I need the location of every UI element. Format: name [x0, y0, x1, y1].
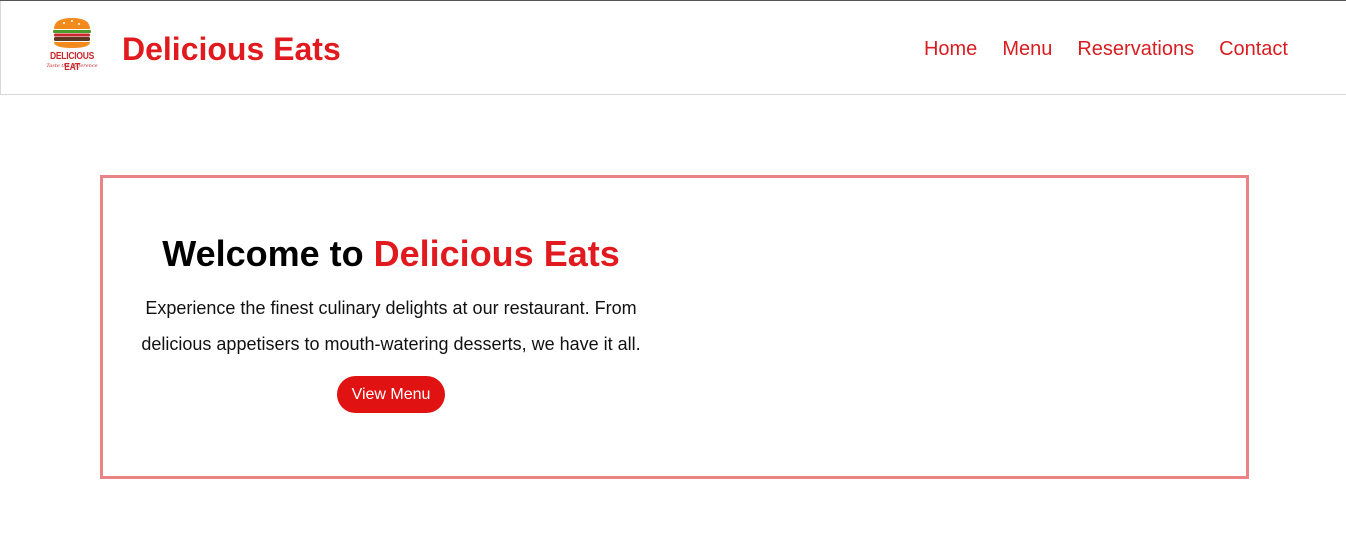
logo-tagline: Taste the Difference	[46, 63, 98, 69]
hero-description: Experience the finest culinary delights …	[141, 298, 641, 354]
nav-home[interactable]: Home	[924, 37, 977, 61]
burger-icon	[53, 18, 91, 48]
nav-menu[interactable]: Menu	[1002, 37, 1052, 61]
hero-content: Welcome to Delicious Eats Experience the…	[139, 232, 643, 413]
hero-title: Welcome to Delicious Eats	[139, 232, 643, 276]
logo-text: DELICIOUS EAT	[50, 51, 94, 73]
site-header: DELICIOUS EAT Taste the Difference Delic…	[0, 1, 1346, 95]
logo[interactable]: DELICIOUS EAT Taste the Difference	[39, 15, 105, 75]
hero-title-prefix: Welcome to	[162, 233, 374, 274]
nav-contact[interactable]: Contact	[1219, 37, 1288, 61]
main-nav: Home Menu Reservations Contact	[924, 37, 1288, 61]
nav-reservations[interactable]: Reservations	[1077, 37, 1194, 61]
brand-title[interactable]: Delicious Eats	[122, 31, 341, 67]
view-menu-button[interactable]: View Menu	[336, 376, 446, 413]
hero-section: Welcome to Delicious Eats Experience the…	[100, 175, 1249, 479]
hero-title-accent: Delicious Eats	[373, 233, 620, 274]
